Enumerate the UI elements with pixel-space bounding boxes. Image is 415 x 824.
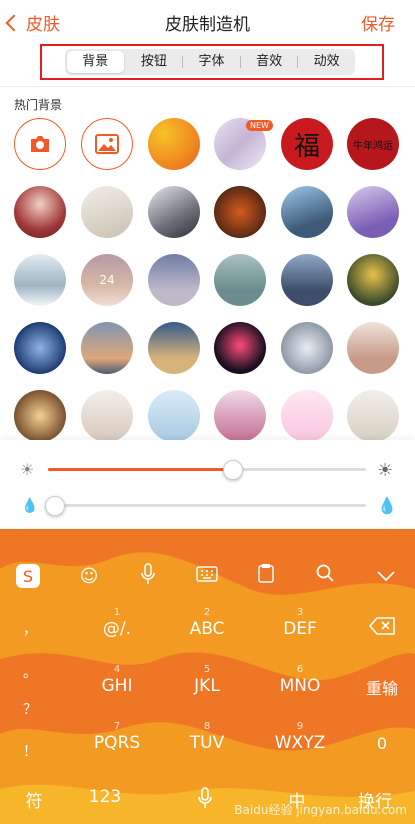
tab-bar: 背景 按钮 字体 音效 动效: [65, 49, 355, 75]
background-thumb[interactable]: [214, 322, 266, 374]
thumb-number: 24: [99, 273, 115, 287]
droplet-large-icon: 💧: [377, 496, 397, 515]
fu-text: 福: [293, 131, 320, 162]
background-thumb[interactable]: [81, 322, 133, 374]
tab-button[interactable]: 按钮: [126, 49, 183, 75]
voice-button[interactable]: [134, 563, 162, 591]
tab-font[interactable]: 字体: [183, 49, 240, 75]
key-1[interactable]: 1 @/.: [82, 607, 152, 639]
key-period[interactable]: 。: [0, 662, 60, 682]
brightness-slider-knob[interactable]: [223, 460, 244, 480]
background-thumb[interactable]: [214, 186, 266, 238]
background-thumb[interactable]: [81, 390, 133, 440]
brightness-low-icon: ☀: [20, 460, 35, 479]
background-thumb[interactable]: [281, 186, 333, 238]
mic-icon: [141, 563, 155, 584]
background-thumb[interactable]: [281, 390, 333, 440]
adjustment-panel: ☀ ☀ 💧 💧: [0, 440, 415, 530]
emoji-button[interactable]: ☺: [75, 563, 103, 591]
key-5[interactable]: 5 JKL: [172, 664, 242, 696]
svg-text:S: S: [23, 567, 33, 586]
key-exclaim[interactable]: ！: [0, 741, 60, 761]
key-question[interactable]: ？: [0, 699, 60, 719]
key-2[interactable]: 2 ABC: [172, 607, 242, 639]
divider: [0, 86, 415, 87]
sogou-logo-button[interactable]: S: [14, 563, 42, 591]
background-thumb[interactable]: [347, 322, 399, 374]
background-thumb[interactable]: [14, 254, 66, 306]
search-button[interactable]: [311, 563, 339, 591]
brightness-fill: [48, 468, 233, 471]
backspace-key[interactable]: [352, 617, 412, 639]
background-thumb[interactable]: 牛年鸿运: [347, 118, 399, 170]
mic-icon: [198, 787, 212, 808]
background-thumb[interactable]: [148, 254, 200, 306]
new-badge: NEW: [246, 120, 273, 131]
search-icon: [316, 564, 334, 582]
keyboard-preview: S ☺ ， 。 ？ ！ 1 @/. 2 ABC 3 DEF 4 GHI 5 JKL 6 MN…: [0, 529, 415, 824]
watermark: Baidu经验 jingyan.baidu.com: [234, 803, 407, 817]
blur-track[interactable]: [48, 504, 366, 507]
background-thumb[interactable]: [148, 322, 200, 374]
background-thumb[interactable]: [347, 254, 399, 306]
background-thumb[interactable]: [148, 390, 200, 440]
key-3[interactable]: 3 DEF: [265, 607, 335, 639]
background-thumb[interactable]: [81, 186, 133, 238]
card-text: 牛年鸿运: [353, 140, 393, 152]
tab-animation[interactable]: 动效: [298, 49, 355, 75]
save-button[interactable]: 保存: [361, 10, 395, 35]
camera-button[interactable]: [14, 118, 66, 170]
chevron-down-icon: [377, 571, 395, 582]
backspace-icon: [368, 617, 395, 635]
sogou-icon: S: [16, 564, 40, 588]
brightness-high-icon: ☀: [377, 460, 394, 481]
droplet-small-icon: 💧: [21, 498, 39, 514]
keyboard-icon: [196, 566, 218, 582]
key-9[interactable]: 9 WXYZ: [265, 721, 335, 753]
key-4[interactable]: 4 GHI: [82, 664, 152, 696]
key-7[interactable]: 7 PQRS: [82, 721, 152, 753]
background-thumb[interactable]: [214, 254, 266, 306]
collapse-keyboard-button[interactable]: [372, 563, 400, 591]
background-thumb[interactable]: [281, 254, 333, 306]
gallery-button[interactable]: [81, 118, 133, 170]
background-thumb[interactable]: [347, 390, 399, 440]
background-thumb[interactable]: 福: [281, 118, 333, 170]
blur-slider-knob[interactable]: [45, 496, 66, 516]
page-title: 皮肤制造机: [165, 15, 250, 35]
background-thumb[interactable]: [148, 118, 200, 170]
emoji-icon: ☺: [79, 566, 99, 587]
background-thumb[interactable]: [148, 186, 200, 238]
background-thumb[interactable]: [14, 322, 66, 374]
keyboard-switch-button[interactable]: [193, 563, 221, 591]
key-8[interactable]: 8 TUV: [172, 721, 242, 753]
clipboard-button[interactable]: [252, 563, 280, 591]
key-6[interactable]: 6 MNO: [265, 664, 335, 696]
space-key[interactable]: [180, 787, 230, 814]
background-thumb[interactable]: 24: [81, 254, 133, 306]
reset-key[interactable]: 重输: [352, 675, 412, 699]
background-grid: 福 牛年鸿运 NEW 24: [0, 118, 415, 440]
section-title: 热门背景: [14, 98, 63, 112]
background-thumb[interactable]: [14, 390, 66, 440]
background-thumb[interactable]: [14, 186, 66, 238]
background-thumb[interactable]: [214, 390, 266, 440]
image-icon: [95, 134, 119, 154]
key-comma[interactable]: ，: [0, 619, 60, 639]
tabs-highlight-box: 背景 按钮 字体 音效 动效: [40, 44, 384, 80]
tab-background[interactable]: 背景: [67, 51, 124, 73]
clipboard-icon: [258, 564, 274, 583]
number-mode-key[interactable]: 123: [80, 787, 130, 807]
key-0[interactable]: 0: [352, 734, 412, 753]
top-bar: 皮肤 皮肤制造机 保存: [0, 0, 415, 44]
symbol-key[interactable]: 符: [14, 787, 54, 812]
tab-sound[interactable]: 音效: [241, 49, 298, 75]
background-thumb[interactable]: [281, 322, 333, 374]
background-thumb[interactable]: [347, 186, 399, 238]
camera-icon: [31, 136, 49, 152]
